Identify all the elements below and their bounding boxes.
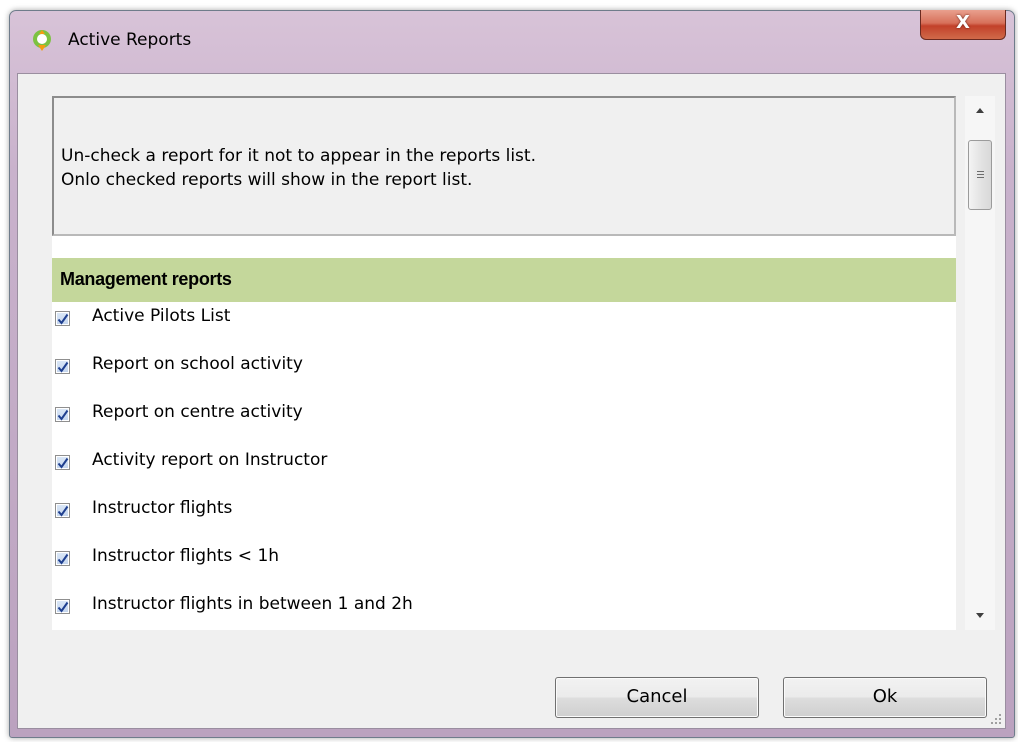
checkmark-icon bbox=[57, 505, 69, 517]
info-box: Un-check a report for it not to appear i… bbox=[52, 96, 956, 236]
scroll-down-button[interactable] bbox=[965, 602, 995, 630]
checkmark-icon bbox=[57, 457, 69, 469]
vertical-scrollbar[interactable] bbox=[965, 96, 995, 630]
info-text-line-2: Onlo checked reports will show in the re… bbox=[61, 170, 473, 190]
window-title: Active Reports bbox=[68, 30, 192, 50]
reports-panel: Un-check a report for it not to appear i… bbox=[52, 96, 956, 630]
close-button[interactable]: X bbox=[920, 10, 1006, 40]
report-label: Instructor flights in between 1 and 2h bbox=[92, 594, 413, 614]
section-header: Management reports bbox=[52, 258, 956, 302]
report-label: Activity report on Instructor bbox=[92, 450, 328, 470]
report-row[interactable]: Active Pilots List bbox=[52, 302, 956, 338]
checkmark-icon bbox=[57, 409, 69, 421]
report-checkbox[interactable] bbox=[55, 359, 70, 374]
resize-grip-icon[interactable] bbox=[989, 712, 1003, 726]
scroll-down-arrow-icon bbox=[976, 613, 984, 618]
report-label: Active Pilots List bbox=[92, 306, 231, 326]
report-row[interactable]: Report on centre activity bbox=[52, 398, 956, 434]
report-row[interactable]: Instructor flights bbox=[52, 494, 956, 530]
report-label: Report on school activity bbox=[92, 354, 303, 374]
ok-button[interactable]: Ok bbox=[783, 677, 987, 718]
report-row[interactable]: Instructor flights in between 1 and 2h bbox=[52, 590, 956, 626]
report-label: Report on centre activity bbox=[92, 402, 303, 422]
report-row[interactable]: Activity report on Instructor bbox=[52, 446, 956, 482]
checkmark-icon bbox=[57, 601, 69, 613]
info-text-line-1: Un-check a report for it not to appear i… bbox=[61, 146, 536, 166]
report-checkbox[interactable] bbox=[55, 455, 70, 470]
checkmark-icon bbox=[57, 313, 69, 325]
active-reports-dialog: Active Reports X Un-check a report for i… bbox=[9, 10, 1015, 738]
report-checkbox[interactable] bbox=[55, 599, 70, 614]
report-checkbox[interactable] bbox=[55, 407, 70, 422]
title-bar[interactable]: Active Reports X bbox=[10, 10, 1014, 73]
checkmark-icon bbox=[57, 361, 69, 373]
report-checkbox[interactable] bbox=[55, 503, 70, 518]
scroll-up-arrow-icon bbox=[976, 108, 984, 113]
checkmark-icon bbox=[57, 553, 69, 565]
report-label: Instructor flights bbox=[92, 498, 233, 518]
report-row[interactable]: Report on school activity bbox=[52, 350, 956, 386]
cancel-button[interactable]: Cancel bbox=[555, 677, 759, 718]
report-row[interactable]: Instructor flights < 1h bbox=[52, 542, 956, 578]
section-title: Management reports bbox=[60, 269, 232, 289]
report-checkbox[interactable] bbox=[55, 551, 70, 566]
scroll-up-button[interactable] bbox=[965, 96, 995, 124]
report-label: Instructor flights < 1h bbox=[92, 546, 280, 566]
app-logo-icon bbox=[30, 28, 54, 52]
dialog-client-area: Un-check a report for it not to appear i… bbox=[17, 73, 1006, 729]
report-checkbox[interactable] bbox=[55, 311, 70, 326]
scroll-thumb[interactable] bbox=[968, 140, 992, 210]
close-icon: X bbox=[956, 12, 970, 33]
